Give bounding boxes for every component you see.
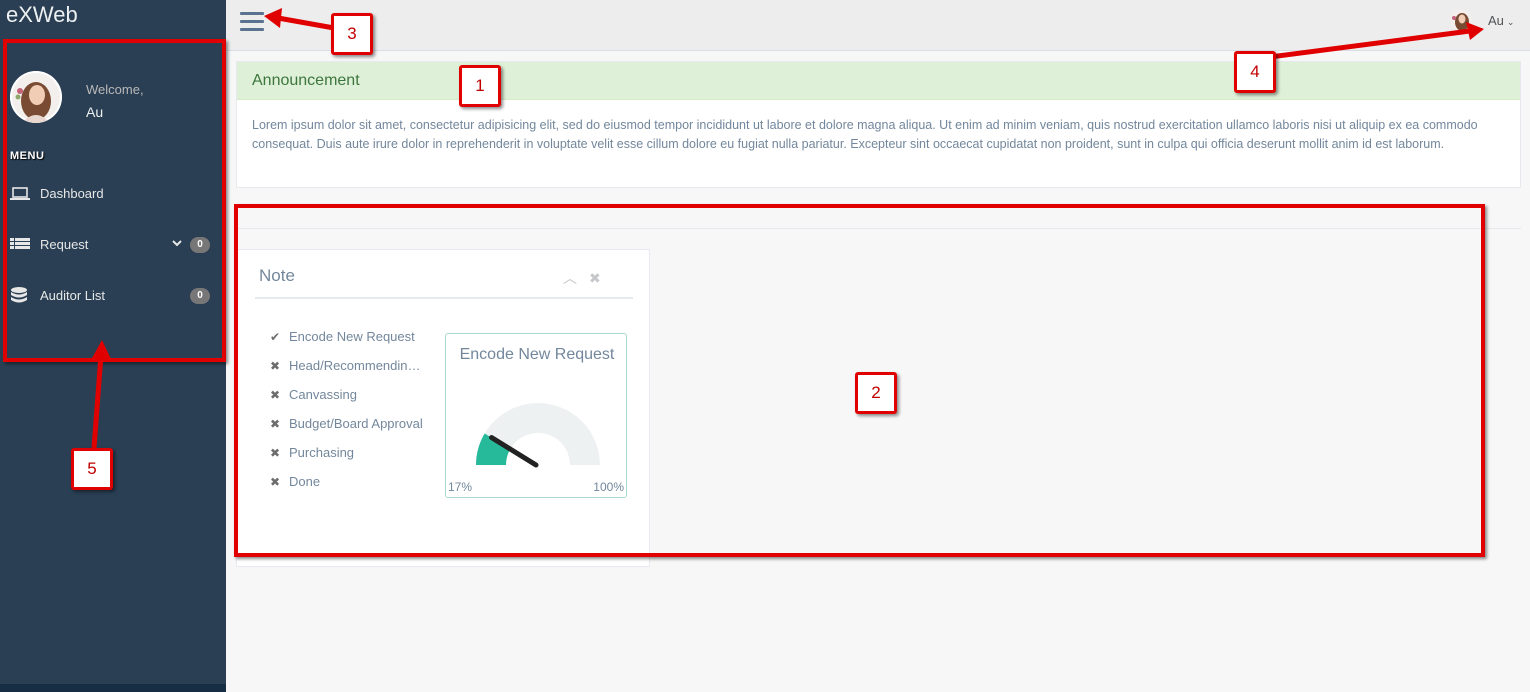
annotation-label-2: 2 — [855, 372, 897, 414]
annotation-label-3: 3 — [331, 13, 373, 55]
annotation-label-1: 1 — [459, 65, 501, 107]
annotation-label-4: 4 — [1234, 51, 1276, 93]
annotation-arrows — [91, 8, 1484, 449]
annotation-label-5: 5 — [71, 448, 113, 490]
